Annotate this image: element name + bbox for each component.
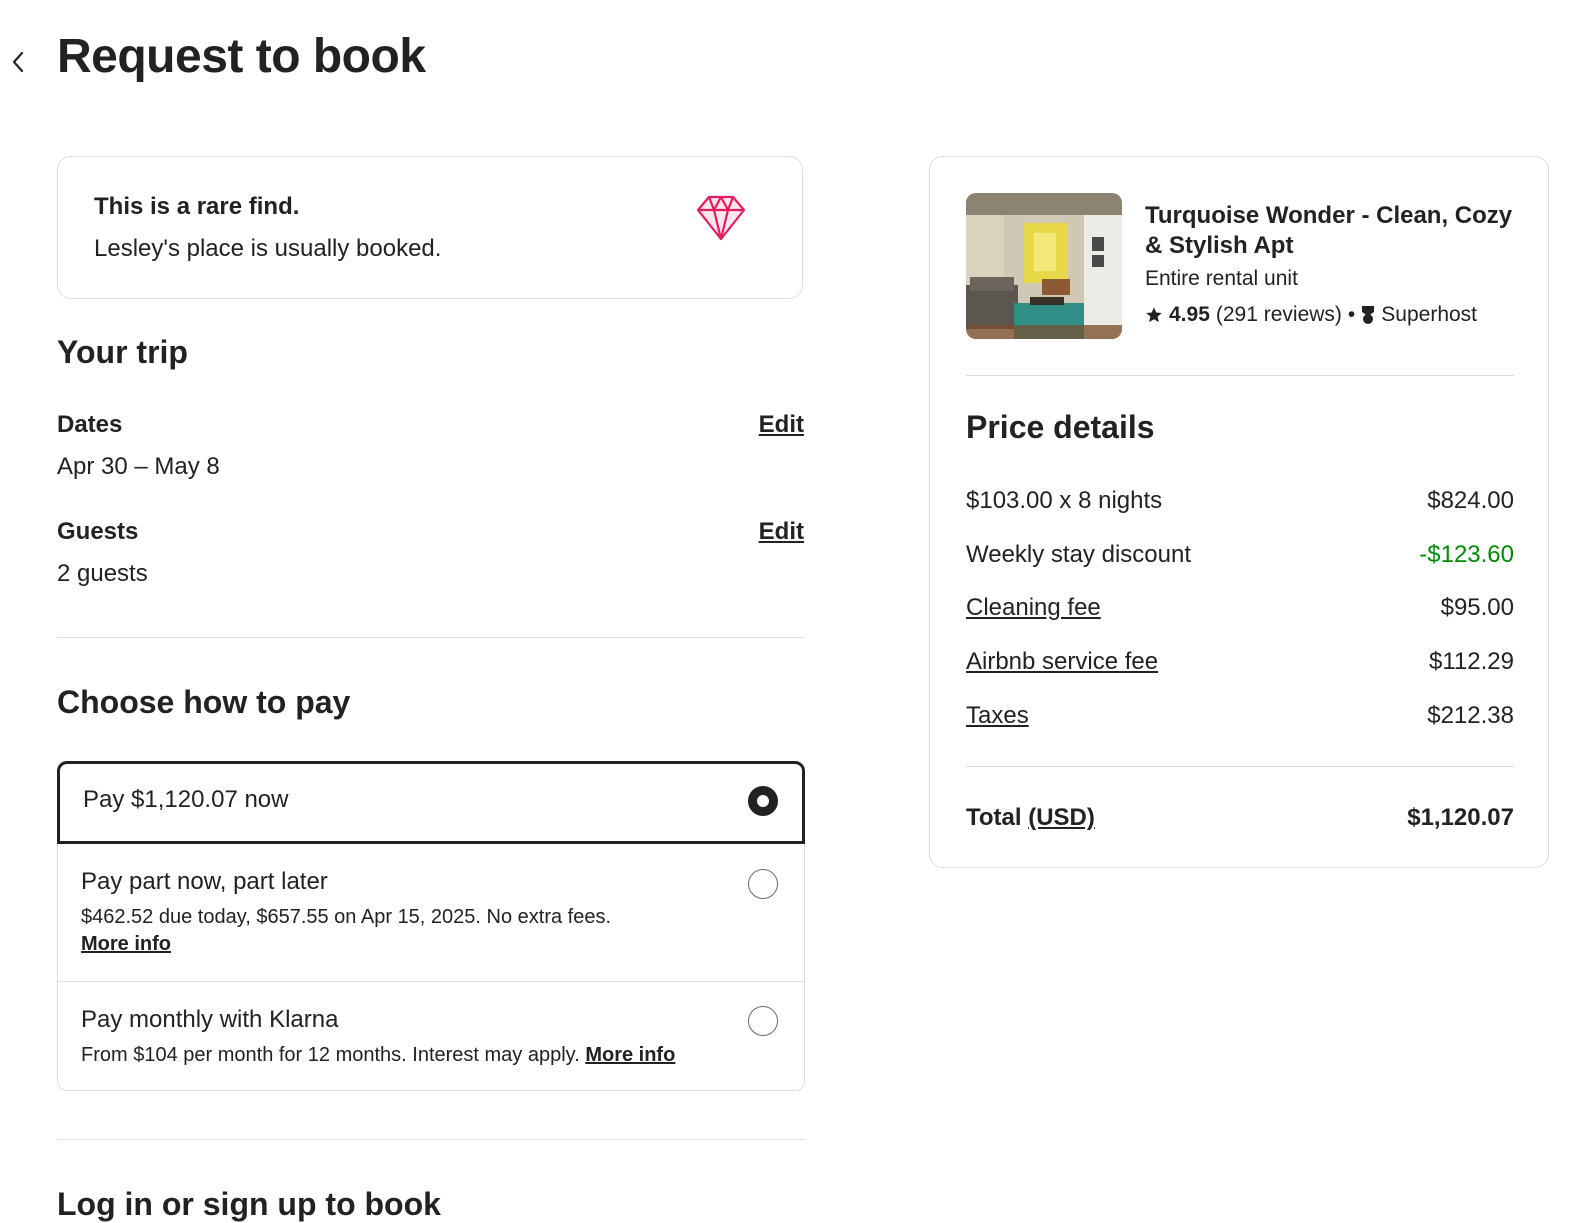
login-section-title: Log in or sign up to book [57, 1186, 441, 1222]
edit-dates-link[interactable]: Edit [759, 411, 804, 439]
price-row-nights: $103.00 x 8 nights $824.00 [966, 487, 1514, 515]
rating-value: 4.95 [1169, 303, 1210, 326]
listing-photo-image [966, 193, 1122, 339]
price-row-taxes: Taxes $212.38 [966, 702, 1514, 730]
dates-label: Dates [57, 411, 123, 438]
service-fee-amount: $112.29 [1429, 648, 1514, 675]
total-label: Total [966, 804, 1022, 831]
diamond-icon [696, 195, 746, 241]
superhost-label: Superhost [1381, 303, 1478, 326]
pay-part-title: Pay part now, part later [81, 868, 328, 895]
nights-label: $103.00 x 8 nights [966, 487, 1163, 514]
listing-rating-row: 4.95 (291 reviews) • Superhost [1145, 303, 1477, 327]
taxes-link[interactable]: Taxes [966, 702, 1029, 730]
cleaning-fee-link[interactable]: Cleaning fee [966, 594, 1101, 622]
currency-link[interactable]: (USD) [1028, 804, 1095, 831]
guests-label: Guests [57, 518, 139, 545]
price-details-title: Price details [966, 409, 1155, 445]
star-icon [1146, 307, 1162, 323]
listing-type: Entire rental unit [1145, 267, 1298, 290]
total-label-group: Total (USD) [966, 804, 1095, 832]
edit-guests-link[interactable]: Edit [759, 518, 804, 546]
taxes-amount: $212.38 [1427, 702, 1514, 729]
service-fee-link[interactable]: Airbnb service fee [966, 648, 1158, 676]
pay-klarna-option[interactable]: Pay monthly with Klarna From $104 per mo… [57, 981, 805, 1091]
guests-value: 2 guests [57, 560, 148, 587]
pay-now-option[interactable]: Pay $1,120.07 now [57, 761, 805, 844]
back-button[interactable] [4, 46, 32, 78]
superhost-medal-icon [1362, 306, 1375, 324]
nights-amount: $824.00 [1427, 487, 1514, 514]
card-divider [966, 375, 1514, 376]
rating-separator: • [1347, 303, 1356, 326]
rare-find-title: This is a rare find. [94, 193, 300, 220]
dates-value: Apr 30 – May 8 [57, 453, 220, 480]
price-row-discount: Weekly stay discount -$123.60 [966, 541, 1514, 569]
listing-photo [966, 193, 1122, 339]
booking-summary-card: Turquoise Wonder - Clean, Cozy & Stylish… [929, 156, 1549, 868]
pay-klarna-more-info-link[interactable]: More info [585, 1044, 675, 1066]
section-divider [57, 637, 805, 638]
pay-klarna-description: From $104 per month for 12 months. Inter… [81, 1042, 675, 1069]
listing-title: Turquoise Wonder - Clean, Cozy & Stylish… [1145, 202, 1513, 259]
pay-part-more-info-link[interactable]: More info [81, 933, 171, 955]
section-divider [57, 1139, 805, 1140]
pay-now-radio[interactable] [748, 786, 778, 816]
pay-klarna-title: Pay monthly with Klarna [81, 1006, 339, 1033]
total-amount: $1,120.07 [1407, 804, 1514, 831]
pay-part-option[interactable]: Pay part now, part later $462.52 due tod… [57, 843, 805, 982]
your-trip-title: Your trip [57, 334, 188, 370]
chevron-left-icon [12, 51, 24, 73]
card-divider [966, 766, 1514, 767]
discount-label: Weekly stay discount [966, 541, 1191, 568]
pay-now-title: Pay $1,120.07 now [83, 786, 289, 813]
pay-klarna-radio[interactable] [748, 1006, 778, 1036]
rare-find-card: This is a rare find. Lesley's place is u… [57, 156, 803, 299]
choose-pay-title: Choose how to pay [57, 684, 351, 720]
pay-part-text: $462.52 due today, $657.55 on Apr 15, 20… [81, 906, 612, 928]
pay-part-radio[interactable] [748, 869, 778, 899]
cleaning-fee-amount: $95.00 [1440, 594, 1514, 621]
page-title: Request to book [57, 30, 426, 83]
price-row-service: Airbnb service fee $112.29 [966, 648, 1514, 676]
price-row-total: Total (USD) $1,120.07 [966, 804, 1514, 832]
pay-part-description: $462.52 due today, $657.55 on Apr 15, 20… [81, 904, 611, 958]
pay-klarna-text: From $104 per month for 12 months. Inter… [81, 1044, 580, 1066]
rare-find-subtitle: Lesley's place is usually booked. [94, 235, 442, 262]
review-count: (291 reviews) [1215, 303, 1342, 326]
discount-amount: -$123.60 [1419, 541, 1514, 568]
price-row-cleaning: Cleaning fee $95.00 [966, 594, 1514, 622]
